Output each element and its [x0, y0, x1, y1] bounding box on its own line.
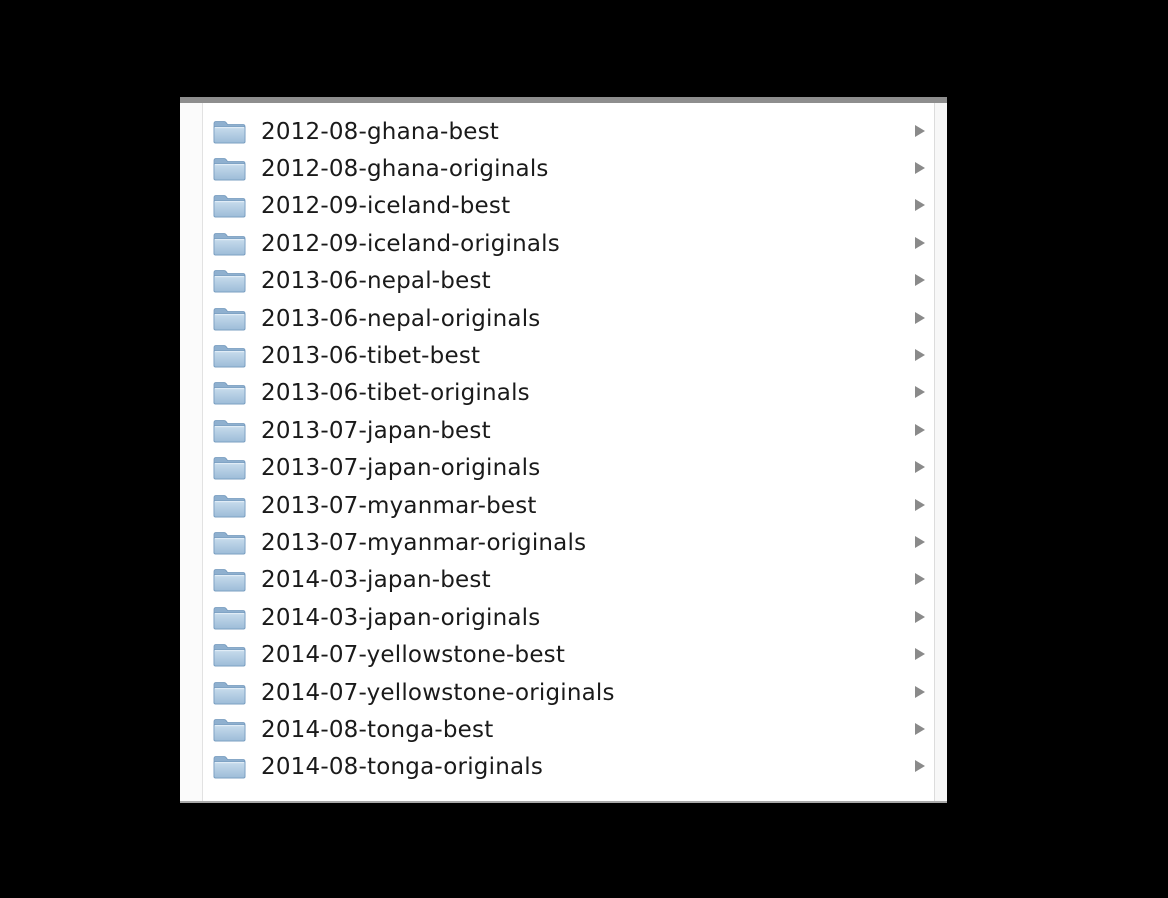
folder-name: 2014-07-yellowstone-originals	[261, 679, 615, 706]
folder-icon	[213, 344, 246, 368]
folder-name: 2014-08-tonga-best	[261, 716, 494, 743]
folder-row[interactable]: 2014-08-tonga-best	[202, 711, 935, 748]
folder-icon	[213, 381, 246, 405]
column-left-edge	[180, 103, 203, 801]
folder-name: 2013-07-japan-best	[261, 417, 491, 444]
folder-icon	[213, 606, 246, 630]
disclosure-arrow-icon[interactable]	[915, 648, 925, 661]
folder-row[interactable]: 2013-06-tibet-originals	[202, 375, 935, 412]
folder-icon	[213, 568, 246, 592]
disclosure-arrow-icon[interactable]	[915, 423, 925, 436]
folder-name: 2013-07-myanmar-originals	[261, 529, 587, 556]
folder-name: 2014-08-tonga-originals	[261, 754, 544, 781]
folder-row[interactable]: 2013-06-nepal-best	[202, 263, 935, 300]
folder-name: 2014-03-japan-originals	[261, 604, 541, 631]
folder-row[interactable]: 2013-06-nepal-originals	[202, 300, 935, 337]
folder-icon	[213, 269, 246, 293]
folder-row[interactable]: 2012-09-iceland-best	[202, 188, 935, 225]
folder-name: 2013-07-japan-originals	[261, 455, 541, 482]
folder-name: 2013-06-nepal-best	[261, 268, 491, 295]
folder-name: 2013-06-tibet-best	[261, 343, 481, 370]
folder-name: 2013-06-nepal-originals	[261, 305, 541, 332]
disclosure-arrow-icon[interactable]	[915, 274, 925, 287]
folder-name: 2012-09-iceland-originals	[261, 230, 560, 257]
folder-icon	[213, 120, 246, 144]
finder-column[interactable]: 2012-08-ghana-best 2012-08-ghana-origina…	[180, 97, 947, 803]
folder-row[interactable]: 2013-07-myanmar-originals	[202, 524, 935, 561]
folder-name: 2012-09-iceland-best	[261, 193, 511, 220]
disclosure-arrow-icon[interactable]	[915, 535, 925, 548]
folder-row[interactable]: 2014-03-japan-originals	[202, 599, 935, 636]
folder-row[interactable]: 2012-09-iceland-originals	[202, 225, 935, 262]
disclosure-arrow-icon[interactable]	[915, 386, 925, 399]
folder-name: 2014-07-yellowstone-best	[261, 642, 566, 669]
folder-row[interactable]: 2013-07-myanmar-best	[202, 487, 935, 524]
folder-row[interactable]: 2014-03-japan-best	[202, 562, 935, 599]
folder-icon	[213, 643, 246, 667]
folder-name: 2013-07-myanmar-best	[261, 492, 537, 519]
folder-row[interactable]: 2012-08-ghana-originals	[202, 150, 935, 187]
disclosure-arrow-icon[interactable]	[915, 311, 925, 324]
folder-name: 2013-06-tibet-originals	[261, 380, 530, 407]
folder-icon	[213, 494, 246, 518]
disclosure-arrow-icon[interactable]	[915, 349, 925, 362]
folder-name: 2012-08-ghana-originals	[261, 156, 549, 183]
folder-row[interactable]: 2013-07-japan-originals	[202, 450, 935, 487]
folder-icon	[213, 194, 246, 218]
folder-row[interactable]: 2014-07-yellowstone-originals	[202, 674, 935, 711]
folder-icon	[213, 531, 246, 555]
disclosure-arrow-icon[interactable]	[915, 236, 925, 249]
folder-icon	[213, 681, 246, 705]
folder-icon	[213, 157, 246, 181]
folder-row[interactable]: 2013-07-japan-best	[202, 412, 935, 449]
column-divider[interactable]	[934, 103, 947, 801]
disclosure-arrow-icon[interactable]	[915, 124, 925, 137]
folder-icon	[213, 419, 246, 443]
disclosure-arrow-icon[interactable]	[915, 760, 925, 773]
folder-name: 2014-03-japan-best	[261, 567, 491, 594]
folder-name: 2012-08-ghana-best	[261, 118, 499, 145]
folder-icon	[213, 232, 246, 256]
disclosure-arrow-icon[interactable]	[915, 573, 925, 586]
folder-list: 2012-08-ghana-best 2012-08-ghana-origina…	[202, 113, 935, 786]
folder-row[interactable]: 2013-06-tibet-best	[202, 337, 935, 374]
disclosure-arrow-icon[interactable]	[915, 162, 925, 175]
disclosure-arrow-icon[interactable]	[915, 685, 925, 698]
disclosure-arrow-icon[interactable]	[915, 610, 925, 623]
disclosure-arrow-icon[interactable]	[915, 461, 925, 474]
folder-icon	[213, 755, 246, 779]
disclosure-arrow-icon[interactable]	[915, 722, 925, 735]
screenshot-background: 2012-08-ghana-best 2012-08-ghana-origina…	[0, 0, 1168, 898]
disclosure-arrow-icon[interactable]	[915, 199, 925, 212]
folder-icon	[213, 456, 246, 480]
folder-row[interactable]: 2014-07-yellowstone-best	[202, 636, 935, 673]
disclosure-arrow-icon[interactable]	[915, 498, 925, 511]
folder-row[interactable]: 2012-08-ghana-best	[202, 113, 935, 150]
folder-row[interactable]: 2014-08-tonga-originals	[202, 749, 935, 786]
folder-icon	[213, 718, 246, 742]
folder-icon	[213, 307, 246, 331]
